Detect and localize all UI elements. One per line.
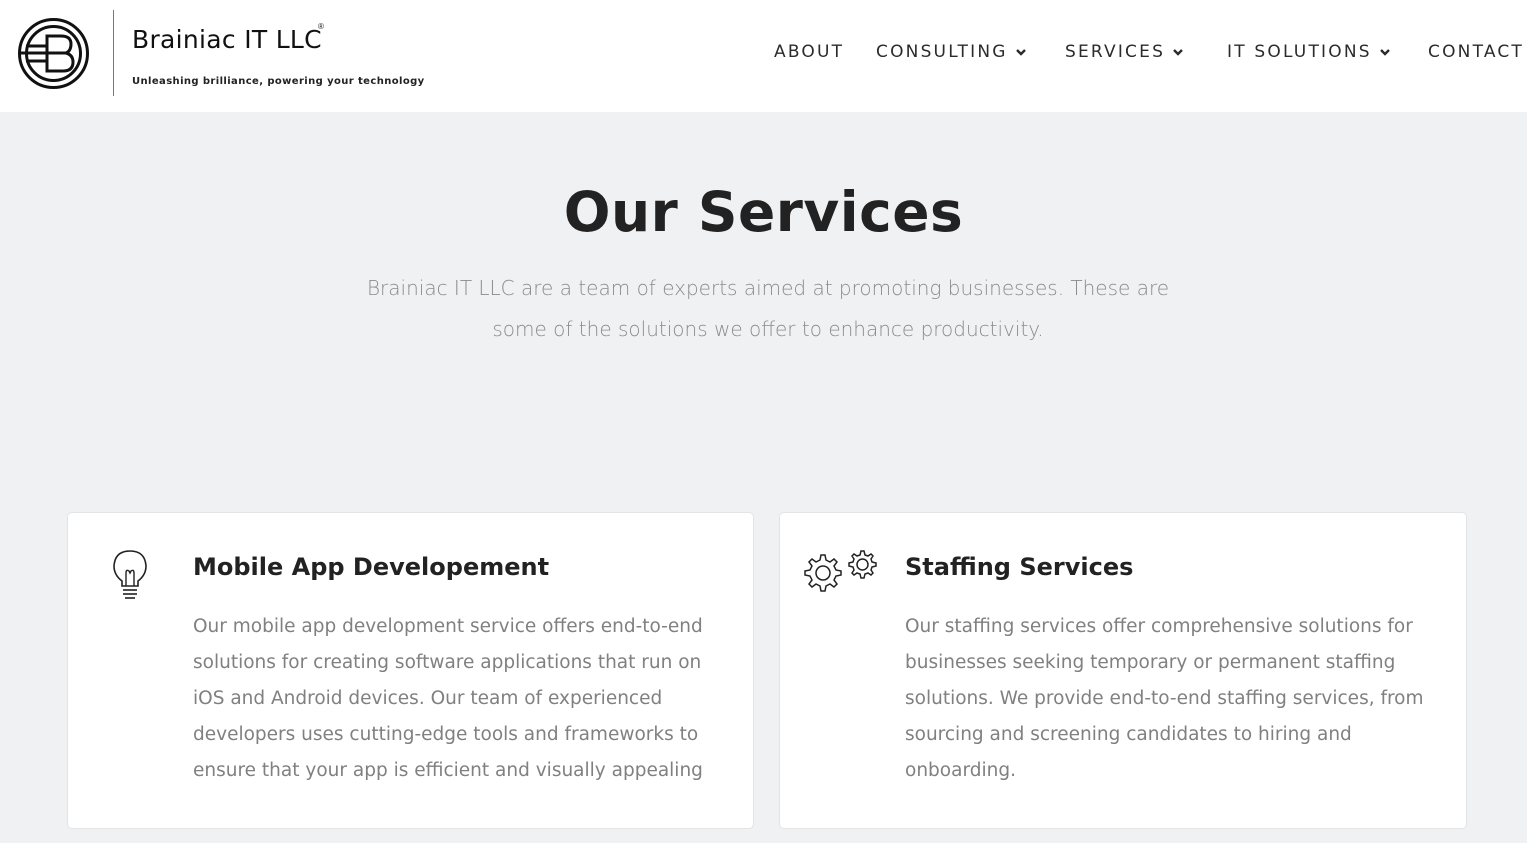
brand-logo-icon[interactable]	[17, 17, 90, 90]
nav-item-services[interactable]: SERVICES	[1065, 42, 1184, 62]
chevron-down-icon	[1379, 49, 1390, 56]
chevron-down-icon	[1173, 49, 1183, 56]
site-header: Brainiac IT LLC ® Unleashing brilliance,…	[0, 0, 1527, 112]
service-card-description: Our staffing services offer comprehensiv…	[905, 616, 1424, 781]
nav-item-label: CONSULTING	[876, 42, 1008, 62]
nav-item-it-solutions[interactable]: IT SOLUTIONS	[1227, 42, 1391, 62]
brand-name[interactable]: Brainiac IT LLC	[132, 25, 322, 54]
service-card-title: Staffing Services	[905, 553, 1134, 581]
page-title: Our Services	[563, 180, 964, 244]
service-card-description: Our mobile app development service offer…	[193, 616, 703, 781]
registered-mark: ®	[318, 22, 324, 31]
service-card-mobile-app: Mobile App Developement Our mobile app d…	[67, 512, 754, 829]
nav-item-label: CONTACT	[1428, 42, 1525, 62]
lightbulb-icon	[110, 549, 150, 601]
logo-divider	[113, 10, 114, 96]
nav-item-label: ABOUT	[774, 42, 845, 62]
chevron-down-icon	[1015, 49, 1026, 56]
service-card-staffing: Staffing Services Our staffing services …	[779, 512, 1467, 829]
brand-tagline: Unleashing brilliance, powering your tec…	[132, 76, 425, 87]
nav-item-label: IT SOLUTIONS	[1227, 42, 1372, 62]
nav-item-label: SERVICES	[1065, 42, 1166, 62]
service-card-title: Mobile App Developement	[193, 553, 550, 581]
page-subtitle: Brainiac IT LLC are a team of experts ai…	[366, 276, 1170, 341]
nav-item-consulting[interactable]: CONSULTING	[876, 42, 1027, 62]
gears-icon	[800, 549, 886, 601]
nav-item-about[interactable]: ABOUT	[774, 42, 844, 62]
nav-item-contact[interactable]: CONTACT	[1428, 42, 1524, 62]
